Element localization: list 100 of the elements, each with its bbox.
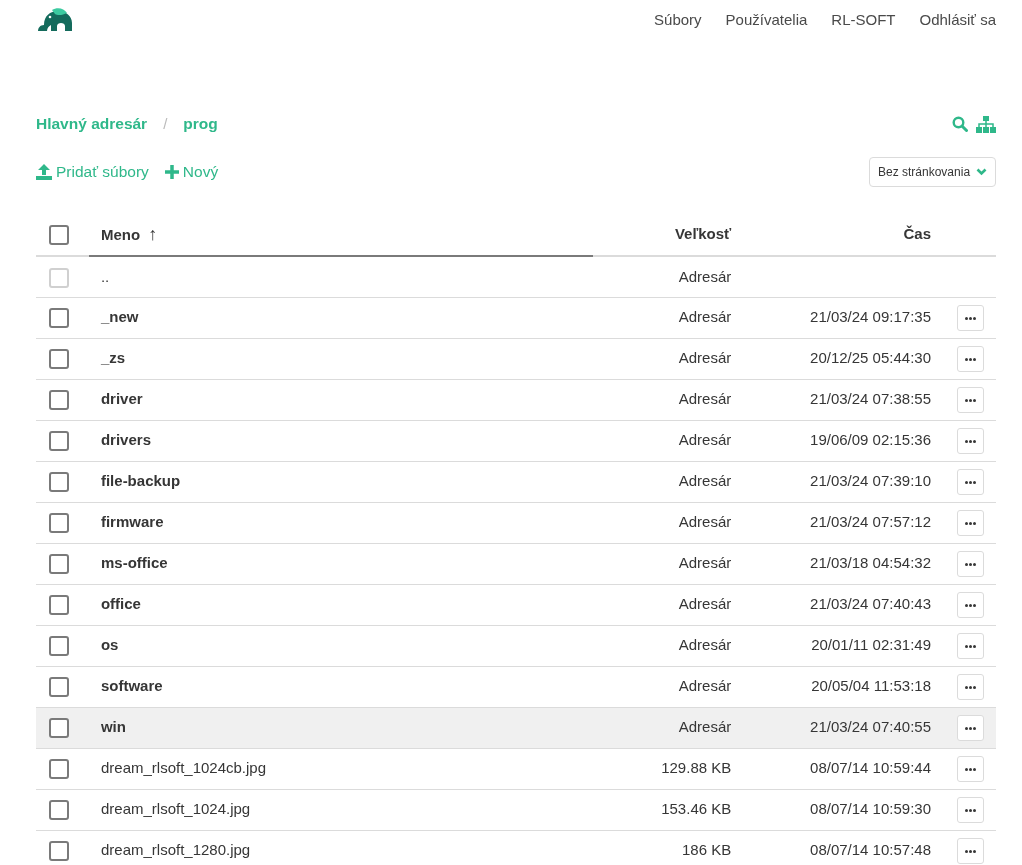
time-text: 08/07/14 10:59:44 <box>810 759 931 777</box>
file-name[interactable]: file-backup <box>100 472 181 490</box>
more-icon <box>965 726 976 730</box>
more-button[interactable] <box>957 838 984 865</box>
checkbox[interactable] <box>49 472 69 493</box>
checkbox[interactable] <box>49 390 69 411</box>
more-button[interactable] <box>957 387 984 414</box>
checkbox[interactable] <box>49 677 69 698</box>
time-text: 20/05/04 11:53:18 <box>811 677 931 695</box>
time-text: 21/03/24 09:17:35 <box>810 308 931 326</box>
time-text: 21/03/24 07:40:43 <box>810 595 931 613</box>
column-header[interactable]: Meno <box>100 226 141 243</box>
checkbox[interactable] <box>49 800 69 821</box>
file-name[interactable]: dream_rlsoft_1024cb.jpg <box>100 759 267 777</box>
checkbox[interactable] <box>49 636 69 657</box>
file-name[interactable]: dream_rlsoft_1280.jpg <box>100 841 251 859</box>
more-button[interactable] <box>957 715 984 742</box>
time-text: 21/03/24 07:40:55 <box>810 718 931 736</box>
upload-icon <box>36 164 52 180</box>
checkbox[interactable] <box>49 308 69 329</box>
table-row[interactable]: dream_rlsoft_1024cb.jpg 129.88 KB 08/07/14 10:59:44 <box>36 748 996 789</box>
size-text: Adresár <box>678 308 732 326</box>
more-icon <box>965 439 976 443</box>
table-row[interactable]: office Adresár 21/03/24 07:40:43 <box>36 584 996 625</box>
time-text: 08/07/14 10:57:48 <box>810 841 931 859</box>
table-row[interactable]: _new Adresár 21/03/24 09:17:35 <box>36 297 996 338</box>
search-icon[interactable] <box>952 116 968 132</box>
nav-link[interactable]: Odhlásiť sa <box>919 8 996 32</box>
checkbox[interactable] <box>49 841 69 862</box>
column-header[interactable]: Veľkosť <box>674 225 732 243</box>
more-button[interactable] <box>957 592 984 619</box>
more-button[interactable] <box>957 346 984 373</box>
size-text: Adresár <box>678 349 732 367</box>
table-row[interactable]: drivers Adresár 19/06/09 02:15:36 <box>36 420 996 461</box>
chevron-down-icon <box>976 168 987 176</box>
size-text: Adresár <box>678 513 732 531</box>
time-text: 21/03/24 07:38:55 <box>810 390 931 408</box>
more-button[interactable] <box>957 469 984 496</box>
column-header[interactable]: Čas <box>903 225 931 243</box>
checkbox[interactable] <box>49 431 69 452</box>
nav-link[interactable]: RL-SOFT <box>831 8 896 32</box>
time-text: 20/01/11 02:31:49 <box>811 636 931 654</box>
more-button[interactable] <box>957 551 984 578</box>
more-button[interactable] <box>957 756 984 783</box>
file-name[interactable]: win <box>100 718 126 736</box>
breadcrumb-separator: / <box>163 113 168 134</box>
more-button[interactable] <box>957 510 984 537</box>
table-row[interactable]: os Adresár 20/01/11 02:31:49 <box>36 625 996 666</box>
table-row[interactable]: _zs Adresár 20/12/25 05:44:30 <box>36 338 996 379</box>
size-text: 153.46 KB <box>661 800 732 818</box>
more-icon <box>965 562 976 566</box>
file-name[interactable]: _new <box>100 308 139 326</box>
table-row[interactable]: dream_rlsoft_1024.jpg 153.46 KB 08/07/14 10:59:30 <box>36 789 996 830</box>
table-row[interactable]: file-backup Adresár 21/03/24 07:39:10 <box>36 461 996 502</box>
checkbox[interactable] <box>49 718 69 739</box>
checkbox[interactable] <box>49 595 69 616</box>
nav-link[interactable]: Používatelia <box>725 8 808 32</box>
more-icon <box>965 603 976 607</box>
time-text: 08/07/14 10:59:30 <box>810 800 931 818</box>
size-text: Adresár <box>678 472 732 490</box>
table-row[interactable]: software Adresár 20/05/04 11:53:18 <box>36 666 996 707</box>
table-row[interactable]: driver Adresár 21/03/24 07:38:55 <box>36 379 996 420</box>
more-button[interactable] <box>957 428 984 455</box>
checkbox[interactable] <box>49 513 69 534</box>
file-name[interactable]: os <box>100 636 119 654</box>
file-name[interactable]: driver <box>100 390 143 408</box>
more-icon <box>965 521 976 525</box>
more-icon <box>965 849 976 853</box>
checkbox[interactable] <box>49 349 69 370</box>
more-button[interactable] <box>957 797 984 824</box>
size-text: Adresár <box>678 636 732 654</box>
pagination-select[interactable]: Bez stránkovania <box>869 157 996 187</box>
more-button[interactable] <box>957 633 984 660</box>
sort-arrow[interactable]: ↑ <box>148 224 158 244</box>
file-name[interactable]: firmware <box>100 513 164 531</box>
file-name[interactable]: dream_rlsoft_1024.jpg <box>100 800 251 818</box>
size-text: Adresár <box>678 554 732 572</box>
checkbox[interactable] <box>49 225 69 246</box>
size-text: 186 KB <box>682 841 732 859</box>
sitemap-icon[interactable] <box>976 115 996 133</box>
table-row[interactable]: win Adresár 21/03/24 07:40:55 <box>36 707 996 748</box>
table-row[interactable]: ms-office Adresár 21/03/18 04:54:32 <box>36 543 996 584</box>
more-button[interactable] <box>957 305 984 332</box>
file-name[interactable]: ms-office <box>100 554 168 572</box>
checkbox[interactable] <box>49 759 69 780</box>
plus-icon <box>164 165 179 179</box>
file-name[interactable]: _zs <box>100 349 126 367</box>
size-text: Adresár <box>678 267 732 285</box>
file-name[interactable]: drivers <box>100 431 151 449</box>
checkbox[interactable] <box>49 554 69 575</box>
table-row[interactable]: dream_rlsoft_1280.jpg 186 KB 08/07/14 10:57:48 <box>36 830 996 865</box>
time-text: 20/12/25 05:44:30 <box>810 349 931 367</box>
table-row[interactable]: firmware Adresár 21/03/24 07:57:12 <box>36 502 996 543</box>
size-text: Adresár <box>678 595 732 613</box>
file-name[interactable]: software <box>100 677 163 695</box>
file-name[interactable]: office <box>100 595 141 613</box>
size-text: Adresár <box>678 431 732 449</box>
size-text: Adresár <box>678 677 732 695</box>
nav-link[interactable]: Súbory <box>654 8 702 32</box>
more-button[interactable] <box>957 674 984 701</box>
